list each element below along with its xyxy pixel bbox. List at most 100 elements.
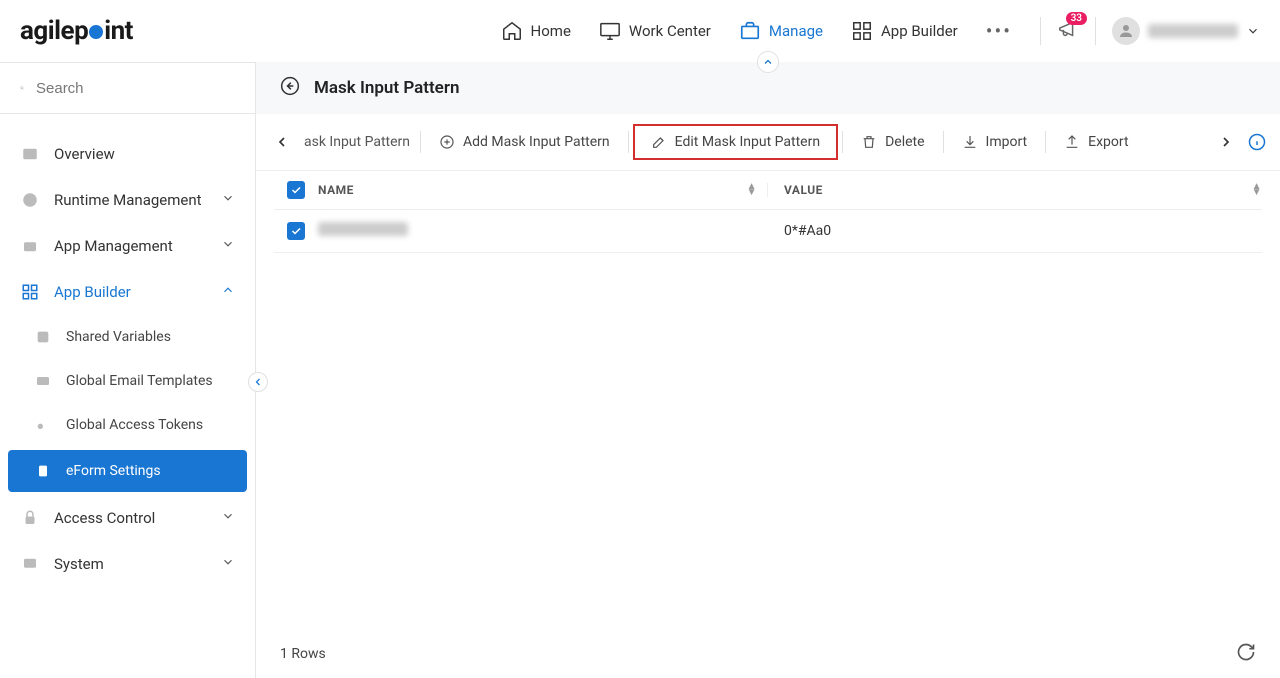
user-icon	[1117, 22, 1135, 40]
sidebar-shared-vars-label: Shared Variables	[66, 329, 171, 345]
delete-button[interactable]: Delete	[847, 128, 938, 156]
monitor-icon	[599, 20, 621, 42]
upload-icon	[1064, 134, 1080, 150]
refresh-icon	[1236, 642, 1256, 662]
sidebar-sub-access-tokens[interactable]: Global Access Tokens	[0, 404, 255, 446]
edit-label: Edit Mask Input Pattern	[675, 134, 820, 150]
notifications-button[interactable]: 33	[1057, 18, 1079, 44]
toolbar-breadcrumb-truncated: ask Input Pattern	[298, 134, 416, 150]
sidebar-collapse-toggle[interactable]	[248, 372, 268, 392]
row-select-cell	[274, 222, 318, 240]
cell-name	[318, 222, 768, 240]
sidebar-sub-shared-variables[interactable]: Shared Variables	[0, 316, 255, 358]
sidebar-sub-email-templates[interactable]: Global Email Templates	[0, 360, 255, 402]
sidebar-runtime-label: Runtime Management	[54, 191, 202, 209]
sidebar-email-tpl-label: Global Email Templates	[66, 373, 213, 389]
col-value-label: VALUE	[784, 183, 823, 197]
sidebar-item-runtime[interactable]: Runtime Management	[0, 178, 255, 222]
brand-logo: agilep int	[20, 16, 133, 46]
username-redacted	[1148, 24, 1238, 38]
key-icon	[34, 416, 52, 434]
export-button[interactable]: Export	[1050, 128, 1142, 156]
chevron-left-icon	[274, 134, 290, 150]
column-header-value[interactable]: VALUE ▲▼	[768, 183, 1262, 197]
nav-manage[interactable]: Manage	[739, 20, 823, 42]
header-collapse-toggle[interactable]	[757, 51, 779, 73]
toolbar-divider	[420, 131, 421, 153]
nav-app-builder[interactable]: App Builder	[851, 20, 958, 42]
chevron-right-icon	[1218, 134, 1234, 150]
sidebar-sub-eform-settings[interactable]: eForm Settings	[8, 450, 247, 492]
nav-app-builder-label: App Builder	[881, 22, 958, 40]
sidebar-item-app-builder[interactable]: App Builder	[0, 270, 255, 314]
user-menu[interactable]	[1112, 17, 1260, 45]
delete-label: Delete	[885, 134, 924, 150]
back-button[interactable]	[280, 76, 300, 100]
sidebar-overview-label: Overview	[54, 145, 115, 163]
chevron-left-icon	[252, 376, 264, 388]
sort-icon: ▲▼	[1252, 184, 1262, 196]
briefcase-icon	[739, 20, 761, 42]
sidenav: Overview Runtime Management App Manageme…	[0, 114, 255, 604]
header-right: 33	[1040, 17, 1260, 45]
info-icon	[1248, 133, 1266, 151]
row-count: 1 Rows	[280, 646, 326, 662]
brand-part2: int	[104, 16, 133, 46]
col-name-label: NAME	[318, 183, 354, 197]
toolbar-divider	[628, 131, 629, 153]
import-label: Import	[986, 134, 1028, 150]
envelope-icon	[34, 372, 52, 390]
toolbar-divider	[842, 131, 843, 153]
chevron-down-icon	[1246, 24, 1260, 38]
check-icon	[290, 184, 302, 196]
variable-icon	[34, 328, 52, 346]
table-row[interactable]: 0*#Aa0	[274, 210, 1262, 253]
name-redacted	[318, 222, 408, 236]
edit-button[interactable]: Edit Mask Input Pattern	[633, 124, 838, 160]
nav-home[interactable]: Home	[501, 20, 571, 42]
sort-icon: ▲▼	[747, 184, 757, 196]
plus-circle-icon	[439, 134, 455, 150]
main-nav: Home Work Center Manage App Builder •••	[501, 19, 1012, 43]
sidebar-item-app-mgmt[interactable]: App Management	[0, 224, 255, 268]
nav-work-center[interactable]: Work Center	[599, 20, 711, 42]
chevron-down-icon	[221, 509, 235, 527]
toolbar-scroll-left[interactable]	[266, 130, 298, 154]
info-button[interactable]	[1248, 133, 1266, 151]
row-checkbox[interactable]	[287, 222, 305, 240]
chevron-up-icon	[762, 56, 774, 68]
nav-more[interactable]: •••	[986, 19, 1012, 43]
refresh-button[interactable]	[1236, 642, 1256, 666]
sidebar-item-system[interactable]: System	[0, 542, 255, 586]
nav-manage-label: Manage	[769, 22, 823, 40]
toolbar: ask Input Pattern Add Mask Input Pattern…	[256, 114, 1280, 171]
body: Overview Runtime Management App Manageme…	[0, 62, 1280, 678]
sidebar: Overview Runtime Management App Manageme…	[0, 62, 256, 678]
divider	[1095, 17, 1096, 45]
sidebar-item-access-control[interactable]: Access Control	[0, 496, 255, 540]
brand-part1: agilep	[20, 16, 88, 46]
chevron-up-icon	[221, 283, 235, 301]
select-all-cell	[274, 181, 318, 199]
notification-badge: 33	[1066, 12, 1087, 25]
search-input[interactable]	[36, 80, 235, 97]
table-footer: 1 Rows	[256, 630, 1280, 678]
system-icon	[20, 554, 40, 574]
sidebar-item-overview[interactable]: Overview	[0, 132, 255, 176]
grid-icon	[20, 282, 40, 302]
add-button[interactable]: Add Mask Input Pattern	[425, 128, 624, 156]
toolbar-divider	[943, 131, 944, 153]
toolbar-scroll-right[interactable]	[1210, 130, 1242, 154]
chevron-down-icon	[221, 191, 235, 209]
select-all-checkbox[interactable]	[287, 181, 305, 199]
edit-icon	[651, 134, 667, 150]
briefcase-icon	[20, 236, 40, 256]
home-icon	[501, 20, 523, 42]
column-header-name[interactable]: NAME ▲▼	[318, 183, 768, 197]
app-header: agilep int Home Work Center Manage App B…	[0, 0, 1280, 62]
import-button[interactable]: Import	[948, 128, 1042, 156]
sidebar-app-builder-label: App Builder	[54, 283, 131, 301]
nav-work-center-label: Work Center	[629, 22, 711, 40]
brand-dot-icon	[89, 25, 103, 39]
sidebar-search[interactable]	[0, 63, 255, 114]
